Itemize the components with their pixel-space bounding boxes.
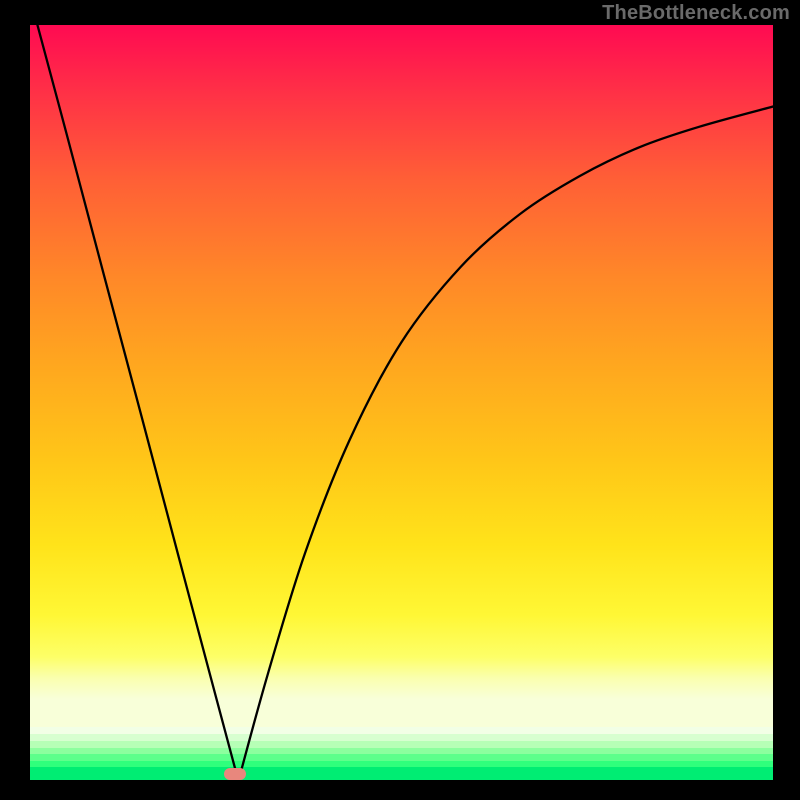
plot-area — [30, 25, 773, 780]
chart-frame: TheBottleneck.com — [0, 0, 800, 800]
watermark-text: TheBottleneck.com — [602, 2, 790, 25]
chart-curves — [30, 25, 773, 780]
minimum-marker — [224, 768, 246, 780]
curve-right-branch — [240, 107, 773, 774]
curve-left-branch — [37, 25, 236, 774]
